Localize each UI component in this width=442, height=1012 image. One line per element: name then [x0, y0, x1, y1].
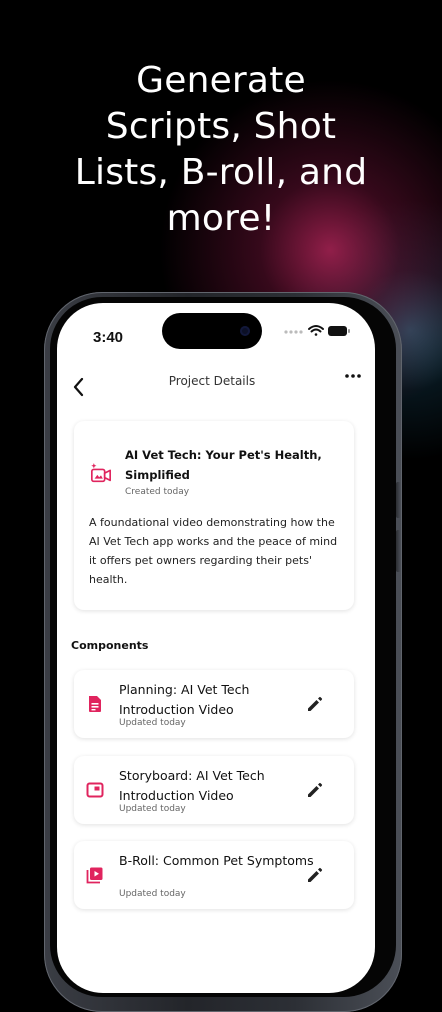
side-button [396, 482, 401, 518]
back-button[interactable] [67, 375, 91, 399]
headline: Generate Scripts, Shot Lists, B-roll, an… [0, 58, 442, 242]
headline-line: Lists, B-roll, and [74, 152, 368, 193]
battery-icon [328, 326, 350, 336]
video-sparkle-icon [91, 463, 111, 483]
edit-button[interactable] [306, 866, 324, 884]
components-heading: Components [71, 639, 149, 652]
component-card-planning[interactable]: Planning: AI Vet Tech Introduction Video… [74, 670, 354, 738]
more-horizontal-icon [345, 374, 361, 378]
status-time: 3:40 [93, 329, 124, 346]
headline-line: more! [166, 198, 276, 239]
edit-button[interactable] [306, 781, 324, 799]
component-title: Planning: AI Vet Tech Introduction Video [119, 682, 250, 717]
pencil-icon [308, 867, 323, 882]
component-title: B-Roll: Common Pet Symptoms [119, 853, 314, 868]
project-description: A foundational video demonstrating how t… [89, 516, 338, 586]
chevron-left-icon [73, 377, 84, 397]
project-card[interactable]: AI Vet Tech: Your Pet's Health, Simplifi… [74, 421, 354, 610]
pencil-icon [308, 782, 323, 797]
document-icon [89, 696, 101, 712]
project-title: AI Vet Tech: Your Pet's Health, Simplifi… [125, 448, 322, 482]
component-title: Storyboard: AI Vet Tech Introduction Vid… [119, 768, 265, 803]
dynamic-island [162, 313, 262, 349]
edit-button[interactable] [306, 695, 324, 713]
headline-line: Generate [136, 60, 306, 101]
component-card-storyboard[interactable]: Storyboard: AI Vet Tech Introduction Vid… [74, 756, 354, 824]
wifi-icon [308, 325, 324, 336]
page-title: Project Details [168, 374, 256, 388]
signal-dots-icon [284, 330, 303, 334]
camera-icon [240, 326, 250, 336]
component-updated: Updated today [119, 718, 186, 728]
phone-screen: 3:40 Project Details AI Vet Tech: Your P… [57, 303, 375, 993]
video-library-icon [86, 867, 103, 884]
component-updated: Updated today [119, 889, 186, 899]
project-created-date: Created today [125, 487, 190, 497]
headline-line: Scripts, Shot [105, 106, 337, 147]
storyboard-icon [86, 782, 104, 798]
status-icons [284, 325, 350, 336]
more-button[interactable] [343, 371, 363, 381]
component-card-broll[interactable]: B-Roll: Common Pet Symptoms Updated toda… [74, 841, 354, 909]
side-button [396, 530, 401, 572]
pencil-icon [308, 696, 323, 711]
component-updated: Updated today [119, 804, 186, 814]
